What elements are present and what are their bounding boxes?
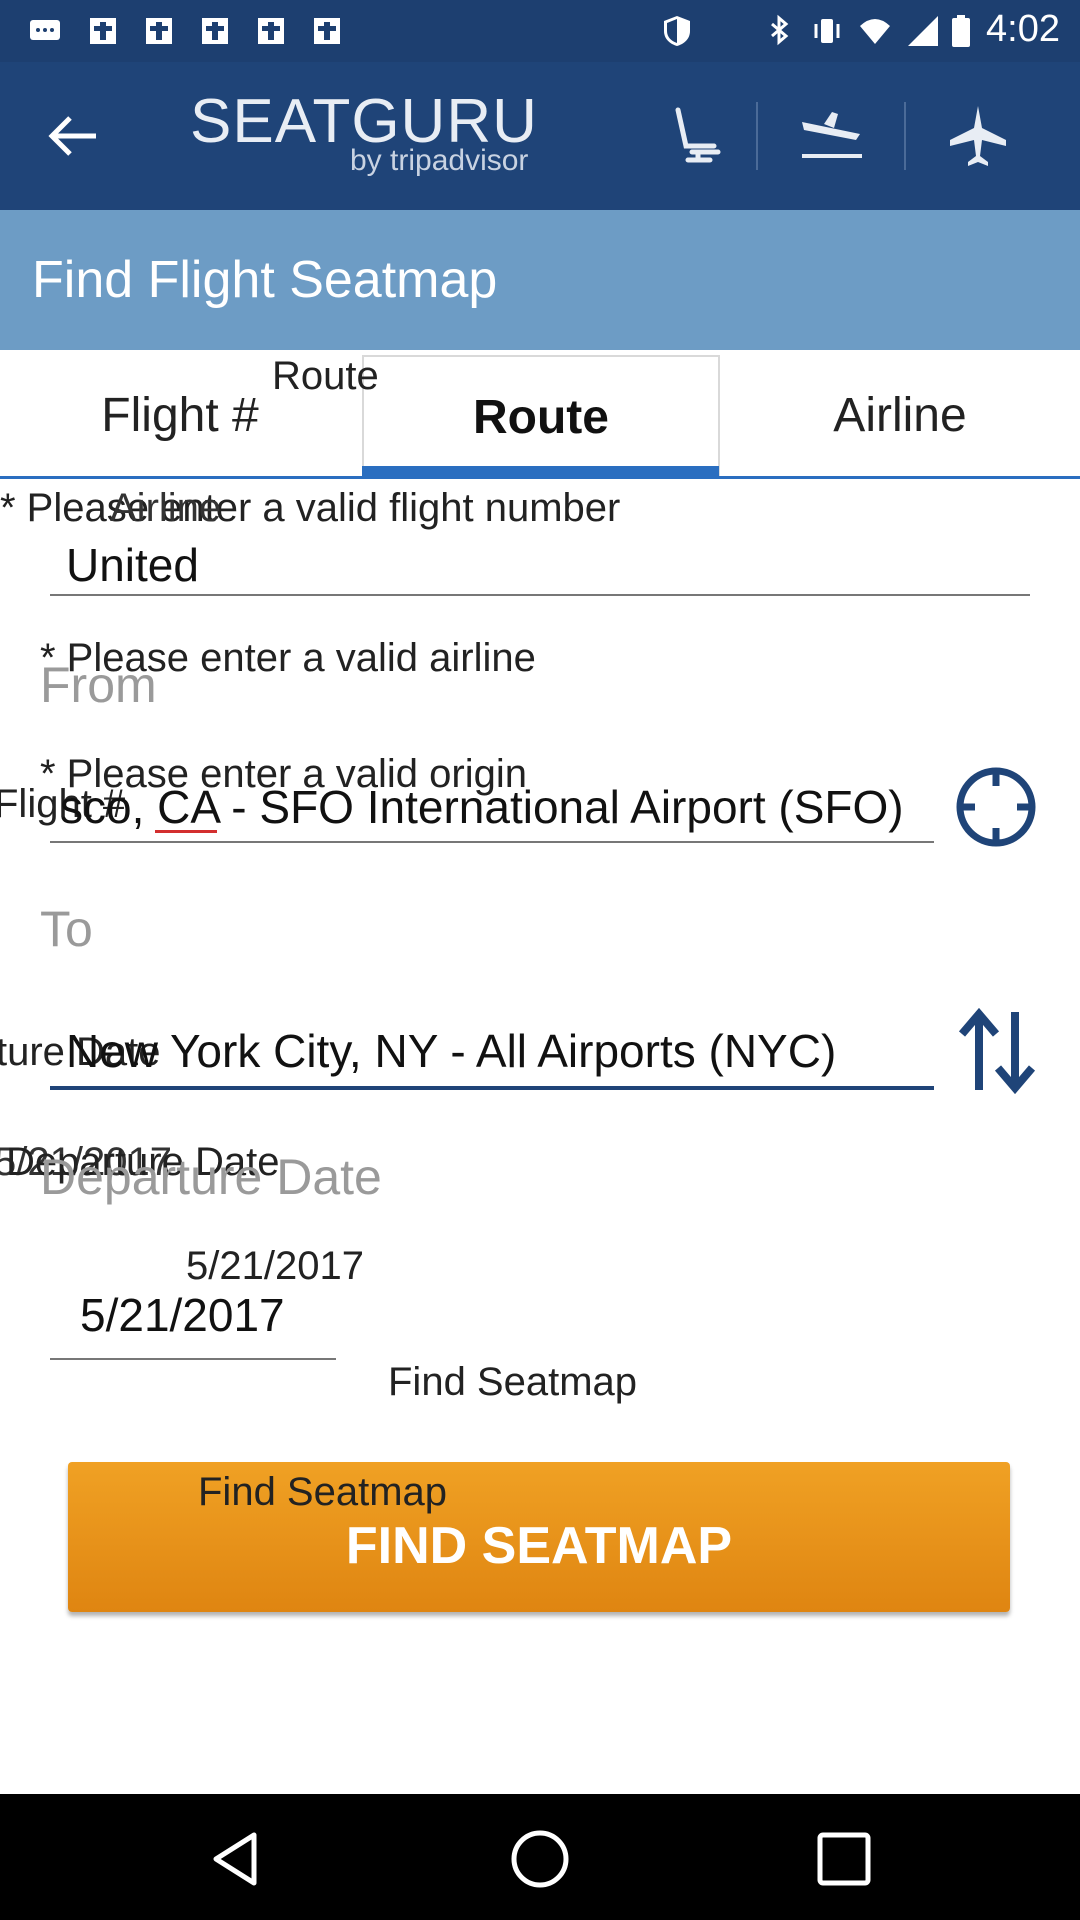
origin-input-underline xyxy=(50,841,934,843)
button-hint-text: Find Seatmap xyxy=(198,1470,448,1514)
destination-input[interactable]: New York City, NY - All Airports (NYC) xyxy=(66,1024,836,1078)
arrival-plane-icon[interactable] xyxy=(796,100,868,172)
tabs-divider xyxy=(0,476,1080,479)
header-divider xyxy=(904,102,906,170)
app-logo-subtitle: by tripadvisor xyxy=(350,144,529,177)
route-hint-text: Route xyxy=(272,354,379,398)
origin-input[interactable]: sco, CA - SFO International Airport (SFO… xyxy=(60,780,930,834)
status-time: 4:02 xyxy=(986,8,1060,50)
page-title: Find Flight Seatmap xyxy=(32,251,498,309)
plane-icon[interactable] xyxy=(942,100,1014,172)
nav-back-icon[interactable] xyxy=(204,1827,268,1891)
date-value-hint-text: 5/21/2017 xyxy=(186,1244,364,1288)
notification-icon xyxy=(146,18,172,44)
notification-icon xyxy=(90,18,116,44)
seat-icon[interactable] xyxy=(662,100,734,172)
destination-input-underline xyxy=(50,1086,934,1090)
notification-icon xyxy=(202,18,228,44)
signal-icon xyxy=(908,16,938,46)
to-label: To xyxy=(40,901,93,957)
date-input-underline xyxy=(50,1358,336,1360)
swap-icon[interactable] xyxy=(952,1006,1042,1096)
tab-route[interactable]: Route xyxy=(362,355,720,477)
bluetooth-icon xyxy=(771,14,789,46)
tab-airline[interactable]: Airline xyxy=(740,355,1060,475)
chat-icon xyxy=(30,20,60,40)
tab-indicator xyxy=(362,466,719,476)
notification-icon xyxy=(314,18,340,44)
nav-home-icon[interactable] xyxy=(508,1827,572,1891)
flight-number-error: * Please enter a valid flight number xyxy=(0,486,621,530)
app-bar xyxy=(0,62,1080,210)
shield-icon xyxy=(664,16,690,46)
departure-date-label: Departure Date xyxy=(40,1149,382,1205)
locate-icon[interactable] xyxy=(953,764,1039,850)
vibrate-icon xyxy=(814,19,840,43)
airline-input-underline xyxy=(50,594,1030,596)
find-seatmap-button-label: FIND SEATMAP xyxy=(345,1517,733,1575)
airline-hint-text: Airline xyxy=(110,486,222,530)
header-divider xyxy=(756,102,758,170)
battery-icon xyxy=(952,15,970,47)
back-arrow-icon[interactable] xyxy=(46,112,100,160)
nav-recents-icon[interactable] xyxy=(812,1827,876,1891)
wifi-icon xyxy=(860,19,890,44)
airline-input[interactable]: United xyxy=(66,538,199,592)
notification-icon xyxy=(258,18,284,44)
find-seatmap-hint-text: Find Seatmap xyxy=(388,1360,638,1404)
find-seatmap-button[interactable]: Find Seatmap FIND SEATMAP xyxy=(68,1462,1010,1612)
from-label: From xyxy=(40,657,157,713)
spellcheck-underline xyxy=(155,830,217,833)
status-bar: 4:02 xyxy=(0,0,1080,62)
departure-date-input[interactable]: 5/21/2017 xyxy=(80,1288,285,1342)
